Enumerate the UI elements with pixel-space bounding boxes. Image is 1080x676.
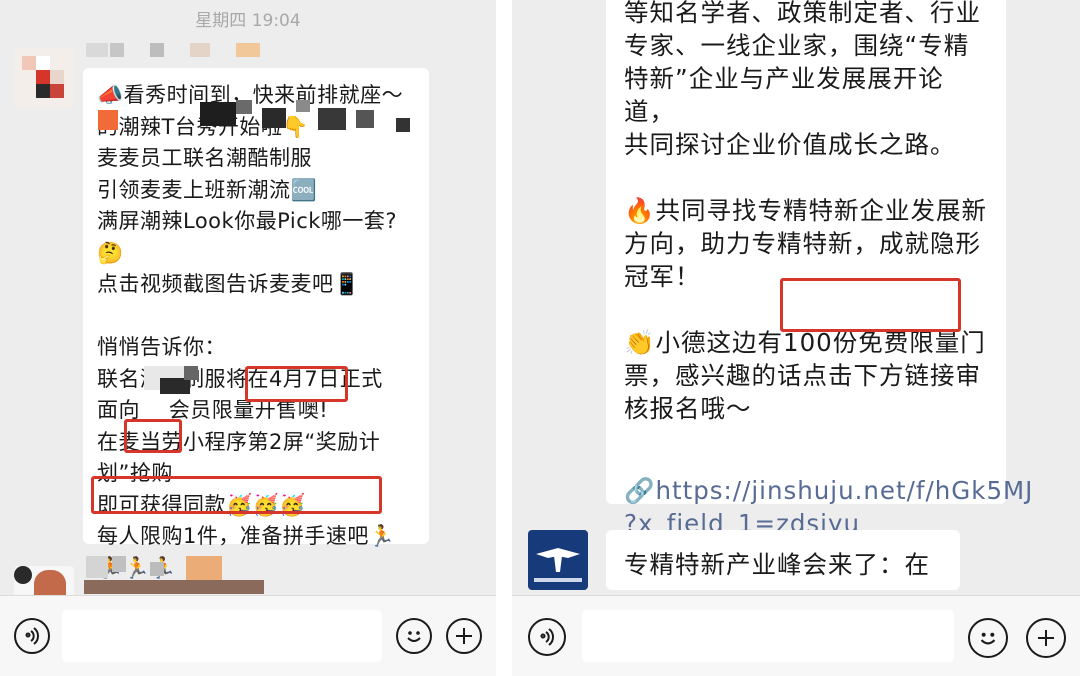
input-bar xyxy=(512,595,1080,676)
message-line: 引领麦麦上班新潮流🆒 xyxy=(97,177,318,202)
message-bubble[interactable]: 等知名学者、政策制定者、行业 专家、一线企业家，围绕“专精特新”企业与产业发展展开… xyxy=(606,0,1032,538)
message-line: 🔥共同寻找专精特新企业发展新 xyxy=(624,196,988,225)
message-line xyxy=(97,301,415,333)
message-input[interactable] xyxy=(582,610,954,662)
message-line: 核报名哦～ xyxy=(624,394,752,423)
message-line: 共同探讨企业价值成长之路。 xyxy=(624,130,956,159)
sender-avatar[interactable] xyxy=(14,48,74,108)
message-line xyxy=(624,161,988,194)
message-line: 专家、一线企业家，围绕“专精 xyxy=(624,31,970,60)
input-bar xyxy=(0,595,496,676)
highlight-box xyxy=(124,419,182,453)
message-line: 悄悄告诉你： xyxy=(97,335,226,359)
message-bubble[interactable]: 📣看秀时间到，快来前排就座～ 的潮辣T台秀开始啦👇 麦麦员工联名潮酷制服 引领麦麦上班… xyxy=(83,68,429,580)
message-input[interactable] xyxy=(62,610,382,662)
message-line: 满屏潮辣Look你最Pick哪一套? xyxy=(97,209,398,233)
link-line[interactable]: 🔗https://jinshuju.net/f/hGk5MJ xyxy=(624,474,1032,507)
next-message-bubble[interactable]: 专精特新产业峰会来了：在 xyxy=(606,530,960,590)
message-line: 📣看秀时间到，快来前排就座～ xyxy=(97,83,404,107)
next-message-text: 专精特新产业峰会来了：在 xyxy=(624,550,930,579)
message-line: 等知名学者、政策制定者、行业 xyxy=(624,0,981,27)
highlight-box xyxy=(780,278,961,332)
plus-icon[interactable] xyxy=(1026,618,1066,658)
sender-avatar[interactable] xyxy=(528,530,588,590)
voice-icon[interactable] xyxy=(14,618,50,654)
message-text: 等知名学者、政策制定者、行业 专家、一线企业家，围绕“专精特新”企业与产业发展展开… xyxy=(624,0,988,458)
voice-icon[interactable] xyxy=(528,618,566,656)
eagle-logo-icon xyxy=(534,548,582,582)
emoji-icon[interactable] xyxy=(968,618,1008,658)
message-line xyxy=(624,425,988,458)
message-line: 方向，助力专精特新，成就隐形 xyxy=(624,229,981,258)
message-line: 🤔 xyxy=(97,240,124,265)
highlight-box xyxy=(91,476,382,514)
timestamp: 星期四 19:04 xyxy=(195,11,301,31)
plus-icon[interactable] xyxy=(446,618,482,654)
message-line: 每人限购1件，准备拼手速吧🏃 xyxy=(97,524,396,548)
message-line: 特新”企业与产业发展展开论道， xyxy=(624,64,944,126)
message-line: 麦麦员工联名潮酷制服 xyxy=(97,146,312,170)
highlight-box xyxy=(245,366,348,402)
left-chat-panel: 星期四 19:04 📣看秀时间到，快来前排就座～ 的潮辣T台秀开始啦👇 麦麦员工联名… xyxy=(0,0,496,676)
right-chat-panel: 等知名学者、政策制定者、行业 专家、一线企业家，围绕“专精特新”企业与产业发展展开… xyxy=(512,0,1080,676)
emoji-icon[interactable] xyxy=(396,618,432,654)
message-line: 票，感兴趣的话点击下方链接审 xyxy=(624,361,981,390)
message-line: 点击视频截图告诉麦麦吧📱 xyxy=(97,272,361,296)
